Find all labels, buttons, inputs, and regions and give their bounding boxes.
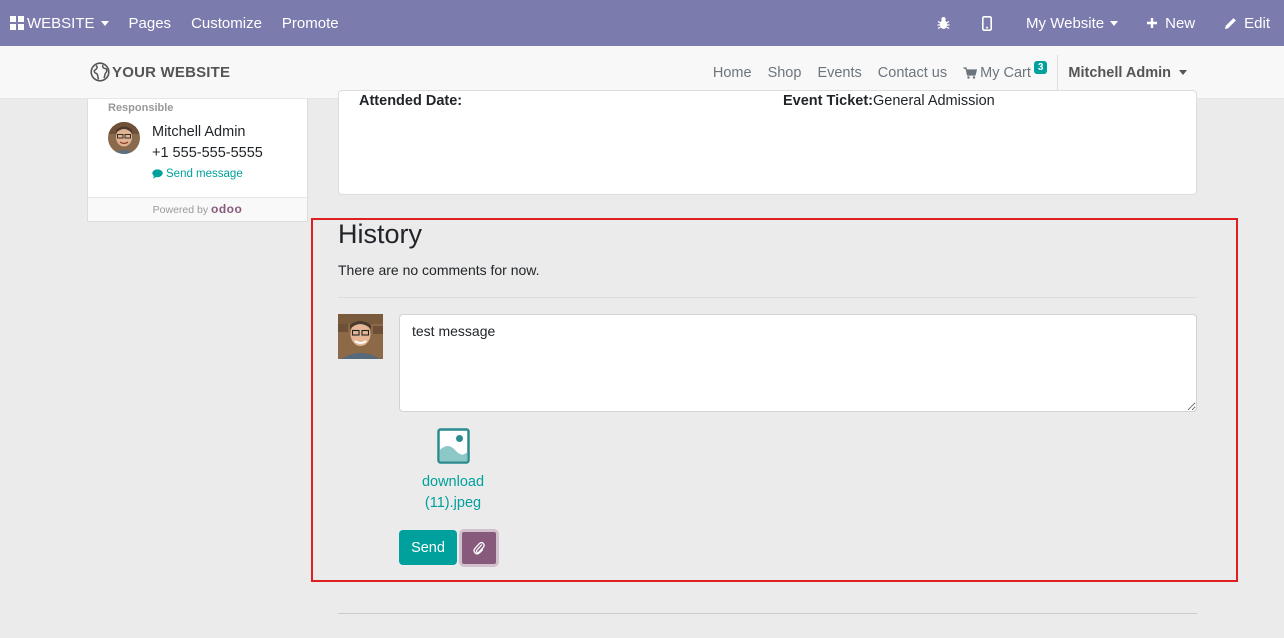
site-logo[interactable]: YOUR WEBSITE — [90, 62, 230, 82]
divider — [338, 613, 1197, 614]
attended-date-label: Attended Date: — [359, 93, 463, 109]
paperclip-icon — [473, 541, 485, 555]
nav-home[interactable]: Home — [705, 65, 760, 81]
history-title: History — [338, 219, 423, 249]
edit-label: Edit — [1244, 14, 1270, 32]
registration-details-card: Attended Date: Event Ticket:General Admi… — [338, 90, 1197, 195]
attachment-item[interactable]: download (11).jpeg — [413, 428, 493, 514]
send-button[interactable]: Send — [399, 530, 457, 565]
caret-down-icon — [100, 20, 109, 26]
new-label: New — [1165, 14, 1196, 32]
cart-count-badge: 3 — [1033, 61, 1048, 74]
event-ticket-value: General Admission — [873, 93, 995, 109]
mobile-preview-button[interactable] — [965, 0, 1009, 46]
user-menu[interactable]: Mitchell Admin — [1060, 65, 1196, 81]
pencil-icon — [1225, 17, 1237, 29]
send-message-label: Send message — [166, 168, 243, 180]
caret-down-icon — [1110, 20, 1119, 26]
website-selector-label: My Website — [1026, 14, 1105, 32]
nav-events[interactable]: Events — [809, 65, 869, 81]
globe-icon — [90, 62, 110, 82]
edit-button[interactable]: Edit — [1209, 0, 1284, 46]
brand-label: WEBSITE — [27, 14, 95, 32]
responsible-card: Responsible Mitchell Admin +1 555-555-55… — [87, 99, 308, 222]
responsible-label: Responsible — [108, 102, 174, 114]
powered-by-label: Powered by — [152, 204, 209, 216]
admin-navbar: WEBSITE Pages Customize Promote My Websi… — [0, 0, 1284, 46]
odoo-logo[interactable]: odoo — [211, 202, 242, 216]
powered-by-footer: Powered by odoo — [88, 197, 307, 221]
user-name: Mitchell Admin — [1068, 64, 1171, 81]
logo-text: YOUR WEBSITE — [112, 63, 231, 81]
nav-contact-us[interactable]: Contact us — [870, 65, 955, 81]
caret-down-icon — [1179, 70, 1187, 75]
no-comments-text: There are no comments for now. — [338, 262, 540, 278]
comment-icon — [152, 169, 163, 179]
responsible-name: Mitchell Admin — [152, 124, 246, 140]
avatar — [108, 122, 140, 154]
menu-promote[interactable]: Promote — [272, 0, 349, 46]
website-selector[interactable]: My Website — [1009, 0, 1128, 46]
event-ticket-row: Event Ticket:General Admission — [783, 93, 995, 109]
cart-icon — [963, 66, 978, 79]
menu-customize[interactable]: Customize — [181, 0, 272, 46]
new-button[interactable]: New — [1128, 0, 1209, 46]
event-ticket-label: Event Ticket: — [783, 93, 873, 109]
image-file-icon — [436, 428, 470, 464]
mobile-icon — [982, 15, 993, 31]
nav-my-cart[interactable]: My Cart 3 — [955, 61, 1055, 81]
website-apps-menu[interactable]: WEBSITE — [0, 0, 119, 46]
message-input[interactable]: test message — [399, 314, 1197, 412]
nav-shop[interactable]: Shop — [760, 65, 810, 81]
attachment-name: download (11).jpeg — [421, 474, 485, 511]
attach-file-button[interactable] — [459, 529, 499, 567]
bug-icon — [937, 17, 950, 30]
send-message-link[interactable]: Send message — [152, 168, 243, 180]
cart-label: My Cart — [980, 64, 1031, 81]
composer-avatar — [338, 314, 383, 359]
menu-pages[interactable]: Pages — [119, 0, 182, 46]
apps-grid-icon — [10, 16, 24, 30]
responsible-phone: +1 555-555-5555 — [152, 145, 263, 161]
plus-icon — [1147, 18, 1158, 28]
debug-button[interactable] — [922, 0, 965, 46]
divider — [338, 297, 1197, 298]
nav-divider — [1057, 54, 1059, 91]
